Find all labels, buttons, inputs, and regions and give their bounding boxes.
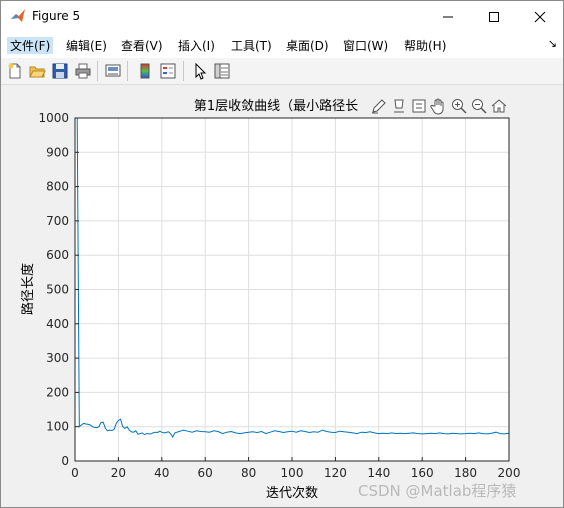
x-tick-label: 140 — [367, 466, 390, 480]
x-tick-label: 200 — [498, 466, 521, 480]
y-tick-label: 100 — [46, 420, 69, 434]
y-tick-label: 200 — [46, 385, 69, 399]
y-tick-label: 700 — [46, 214, 69, 228]
zoom-out-icon[interactable] — [470, 97, 488, 115]
chart-title: 第1层收敛曲线（最小路径长 — [194, 98, 358, 114]
y-axis-label: 路径长度 — [20, 263, 36, 315]
insert-icon[interactable] — [410, 97, 428, 115]
y-tick-label: 500 — [46, 283, 69, 297]
x-tick-label: 80 — [241, 466, 256, 480]
x-axis-label: 迭代次数 — [266, 485, 318, 501]
x-tick-label: 20 — [111, 466, 126, 480]
y-tick-label: 400 — [46, 317, 69, 331]
data-tips-icon[interactable] — [390, 97, 408, 115]
x-tick-label: 40 — [154, 466, 169, 480]
x-tick-label: 100 — [281, 466, 304, 480]
axes-toolbar — [370, 97, 510, 117]
x-tick-label: 120 — [324, 466, 347, 480]
y-tick-label: 900 — [46, 145, 69, 159]
zoom-in-icon[interactable] — [450, 97, 468, 115]
home-icon[interactable] — [490, 97, 508, 115]
pan-icon[interactable] — [430, 97, 448, 115]
x-tick-label: 180 — [454, 466, 477, 480]
plot-canvas: 0 20 40 60 80 100 120 140 160 180 200 0 100 200 300 400… — [20, 98, 521, 501]
y-tick-label: 1000 — [38, 111, 69, 125]
y-tick-label: 600 — [46, 248, 69, 262]
watermark: CSDN @Matlab程序猿 — [358, 482, 517, 500]
y-tick-label: 0 — [61, 454, 69, 468]
brush-icon[interactable] — [370, 97, 388, 115]
y-tick-label: 800 — [46, 180, 69, 194]
y-tick-label: 300 — [46, 351, 69, 365]
x-tick-label: 60 — [198, 466, 213, 480]
x-tick-label: 0 — [71, 466, 79, 480]
x-tick-label: 160 — [411, 466, 434, 480]
